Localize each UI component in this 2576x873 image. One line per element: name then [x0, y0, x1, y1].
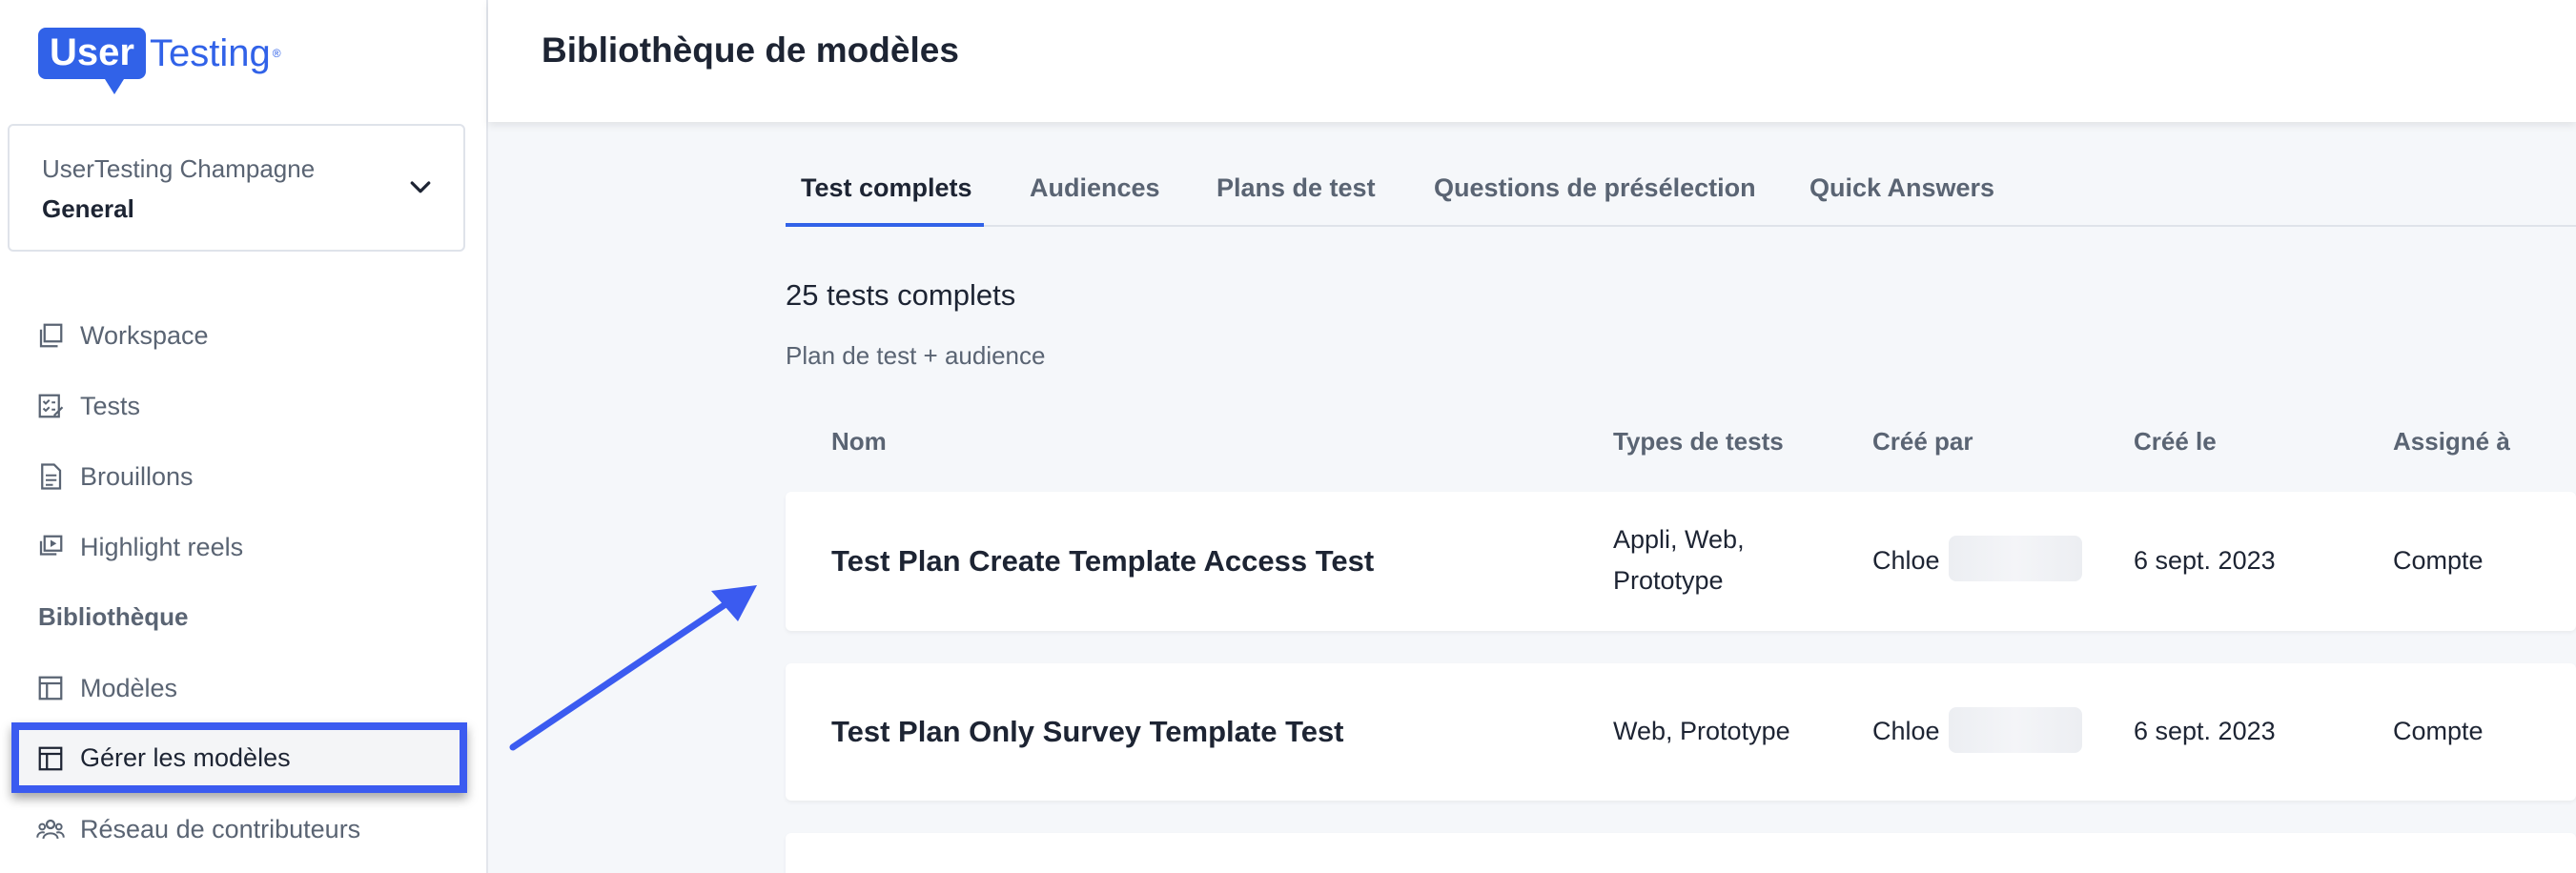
sidebar: User Testing ® UserTesting Champagne Gen… [0, 0, 488, 873]
row-template-name[interactable]: Test Plan Create Template Access Test [831, 544, 1374, 579]
contributors-icon [36, 819, 65, 840]
sidebar-item-label: Workspace [80, 320, 209, 350]
highlight-reels-icon [39, 535, 63, 556]
account-workspace: General [42, 194, 134, 223]
row-author: Chloe [1872, 546, 1940, 575]
account-organization: UserTesting Champagne [42, 154, 316, 183]
tab-test-plans[interactable]: Plans de test [1216, 173, 1376, 203]
logo-testing-text: Testing [149, 32, 271, 74]
logo-user-text: User [38, 28, 146, 94]
column-header-test-types[interactable]: Types de tests [1613, 427, 1784, 457]
tab-bar: Test complets Audiences Plans de test Qu… [786, 162, 2576, 227]
sidebar-item-tests[interactable]: Tests [36, 387, 140, 425]
row-test-types: Appli, Web, [1613, 525, 1745, 554]
sidebar-item-manage-templates[interactable]: Gérer les modèles [11, 722, 467, 793]
account-switcher[interactable]: UserTesting Champagne General [8, 124, 465, 252]
results-subtitle: Plan de test + audience [786, 341, 1046, 370]
column-header-created-on[interactable]: Créé le [2134, 427, 2217, 457]
sidebar-item-label: Gérer les modèles [80, 743, 291, 772]
row-created-date: 6 sept. 2023 [2134, 546, 2276, 575]
results-count: 25 tests complets [786, 278, 1016, 312]
redacted-surname [1949, 707, 2082, 753]
column-header-created-by[interactable]: Créé par [1872, 427, 1973, 457]
sidebar-item-label: Modèles [80, 673, 178, 702]
row-template-name[interactable]: Test Plan Only Survey Template Test [831, 715, 1344, 749]
sidebar-item-highlight-reels[interactable]: Highlight reels [36, 528, 243, 566]
sidebar-item-label: Brouillons [80, 461, 194, 491]
tab-complete-tests[interactable]: Test complets [801, 173, 972, 203]
tests-icon [38, 394, 64, 418]
active-tab-indicator [786, 223, 984, 227]
sidebar-item-label: Réseau de contributeurs [80, 814, 361, 843]
table-row[interactable]: Test Plan Create Template Access Test Ap… [786, 492, 2576, 631]
annotation-arrow-icon [509, 585, 757, 751]
page-header: Bibliothèque de modèles [488, 0, 2576, 122]
column-header-name[interactable]: Nom [831, 427, 887, 457]
table-row[interactable] [786, 833, 2576, 873]
column-header-assigned-to[interactable]: Assigné à [2393, 427, 2510, 457]
workspace-icon [39, 323, 63, 348]
tab-screener-questions[interactable]: Questions de présélection [1434, 173, 1756, 203]
row-created-date: 6 sept. 2023 [2134, 717, 2276, 745]
table-row[interactable]: Test Plan Only Survey Template Test Web,… [786, 663, 2576, 801]
sidebar-item-templates[interactable]: Modèles [36, 669, 177, 707]
row-author: Chloe [1872, 717, 1940, 745]
usertesting-logo[interactable]: User Testing ® [38, 19, 281, 94]
sidebar-item-label: Tests [80, 391, 141, 420]
sidebar-item-workspace[interactable]: Workspace [36, 316, 209, 355]
templates-icon [38, 676, 63, 700]
tab-audiences[interactable]: Audiences [1030, 173, 1160, 203]
row-test-types-cont: Prototype [1613, 566, 1724, 595]
tab-quick-answers[interactable]: Quick Answers [1809, 173, 1994, 203]
row-assigned-to: Compte [2393, 717, 2484, 745]
row-assigned-to: Compte [2393, 546, 2484, 575]
manage-templates-icon [38, 746, 63, 770]
drafts-icon [41, 463, 62, 490]
sidebar-section-library: Bibliothèque [38, 602, 189, 631]
logo-registered-mark: ® [272, 47, 281, 60]
chevron-down-icon [410, 181, 431, 193]
sidebar-item-contributors[interactable]: Réseau de contributeurs [36, 810, 360, 848]
row-test-types: Web, Prototype [1613, 717, 1790, 745]
sidebar-item-label: Highlight reels [80, 532, 244, 561]
sidebar-item-drafts[interactable]: Brouillons [36, 457, 194, 496]
page-title: Bibliothèque de modèles [542, 30, 959, 70]
redacted-surname [1949, 536, 2082, 581]
